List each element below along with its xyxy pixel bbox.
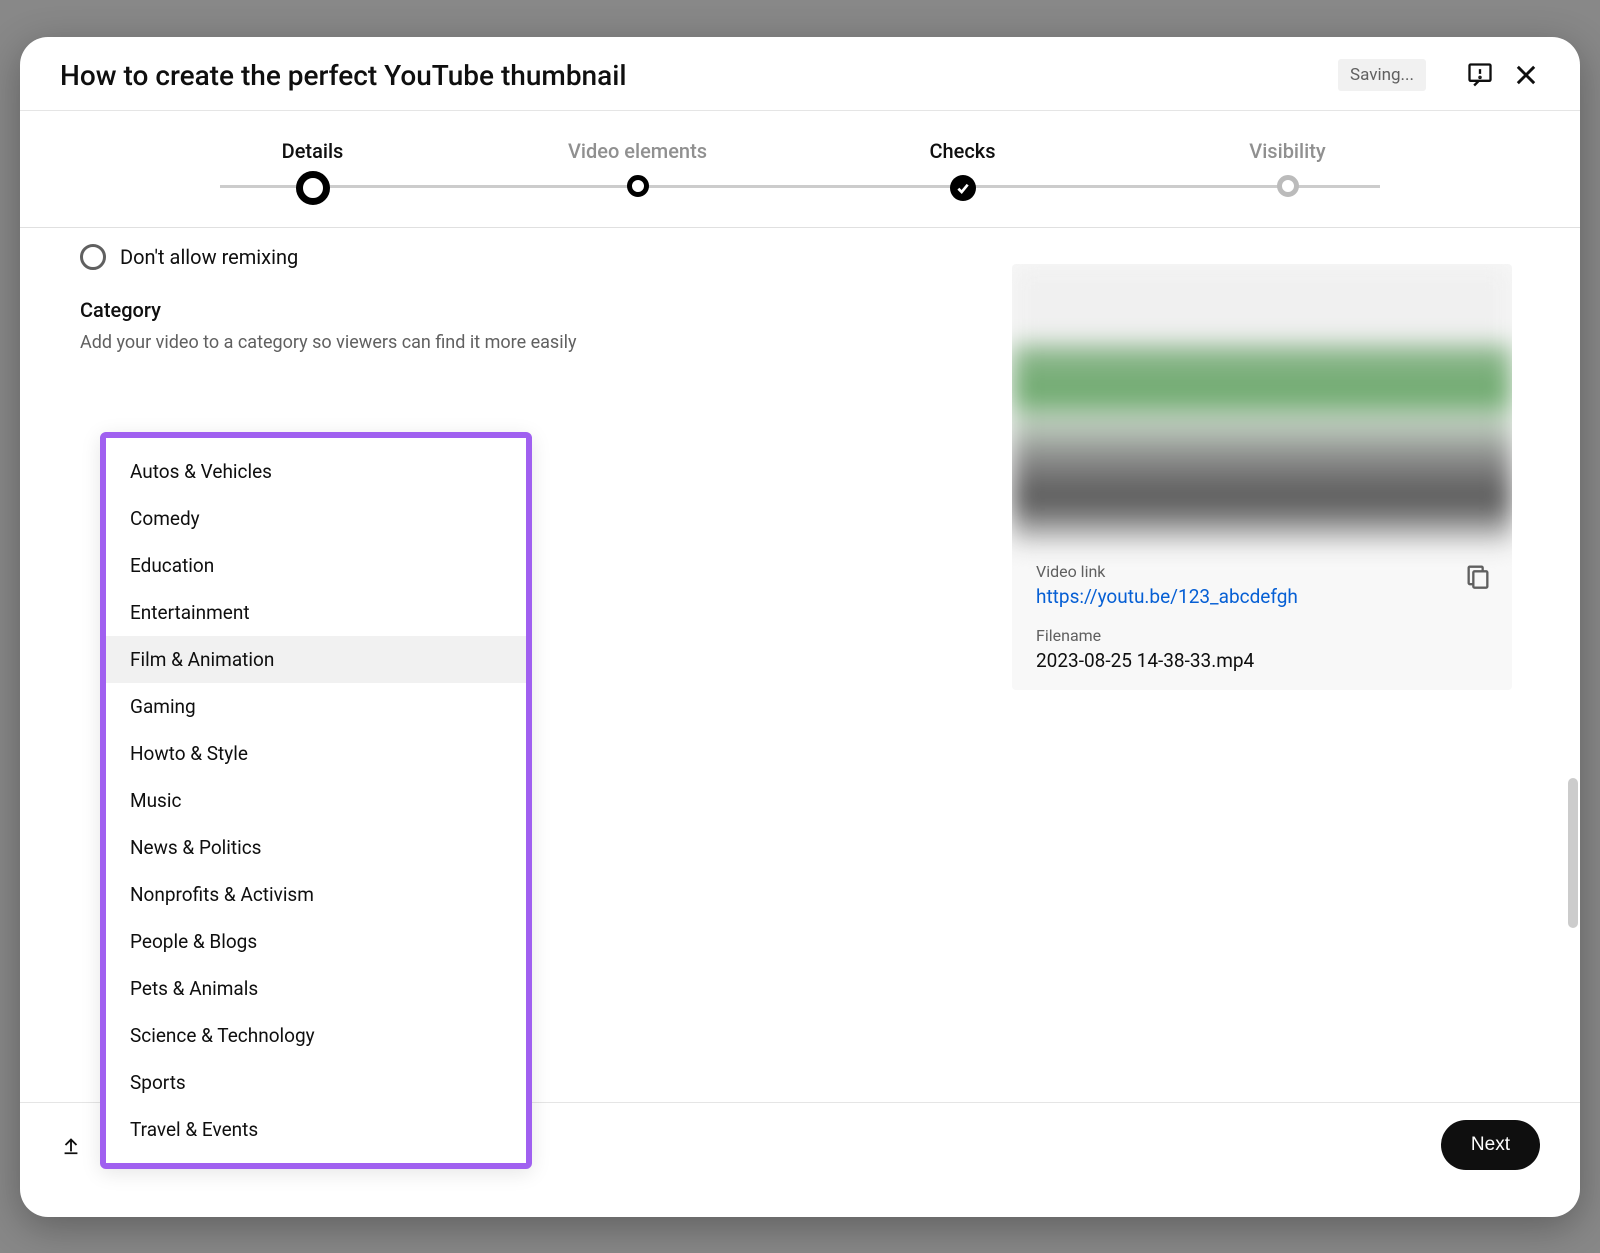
- step-dot-current: [296, 171, 330, 205]
- step-checks[interactable]: Checks: [800, 139, 1125, 201]
- video-link-label: Video link: [1036, 562, 1488, 581]
- category-option[interactable]: News & Politics: [106, 824, 526, 871]
- close-icon[interactable]: [1512, 61, 1540, 89]
- step-video-elements[interactable]: Video elements: [475, 139, 800, 197]
- step-label: Details: [282, 139, 344, 163]
- next-button[interactable]: Next: [1441, 1120, 1540, 1170]
- filename-value: 2023-08-25 14-38-33.mp4: [1036, 649, 1488, 672]
- category-dropdown[interactable]: Autos & VehiclesComedyEducationEntertain…: [100, 432, 532, 1169]
- step-label: Visibility: [1249, 139, 1325, 163]
- category-option[interactable]: Comedy: [106, 495, 526, 542]
- step-dot: [627, 175, 649, 197]
- video-thumbnail-blurred: [1012, 264, 1512, 544]
- category-option[interactable]: People & Blogs: [106, 918, 526, 965]
- category-option[interactable]: Autos & Vehicles: [106, 448, 526, 495]
- remix-option-row[interactable]: Don't allow remixing: [80, 238, 880, 298]
- step-dot-done: [950, 175, 976, 201]
- remix-option-label: Don't allow remixing: [120, 245, 298, 269]
- category-title: Category: [80, 298, 880, 322]
- category-option[interactable]: Sports: [106, 1059, 526, 1106]
- step-label: Video elements: [568, 139, 707, 163]
- step-label: Checks: [929, 139, 995, 163]
- filename-label: Filename: [1036, 626, 1488, 645]
- scrollbar-thumb[interactable]: [1568, 778, 1578, 928]
- details-column: Don't allow remixing Category Add your v…: [20, 228, 940, 353]
- video-link[interactable]: https://youtu.be/123_abcdefgh: [1036, 585, 1488, 608]
- stepper: Details Video elements Checks Visibility: [20, 111, 1580, 228]
- category-option[interactable]: Travel & Events: [106, 1106, 526, 1153]
- category-option[interactable]: Pets & Animals: [106, 965, 526, 1012]
- step-details[interactable]: Details: [150, 139, 475, 205]
- step-visibility[interactable]: Visibility: [1125, 139, 1450, 197]
- copy-icon[interactable]: [1464, 562, 1492, 590]
- category-description: Add your video to a category so viewers …: [80, 332, 880, 353]
- category-option[interactable]: Education: [106, 542, 526, 589]
- category-option[interactable]: Nonprofits & Activism: [106, 871, 526, 918]
- feedback-icon[interactable]: [1466, 61, 1494, 89]
- dialog-title: How to create the perfect YouTube thumbn…: [60, 59, 1338, 92]
- step-dot: [1277, 175, 1299, 197]
- video-info: Video link https://youtu.be/123_abcdefgh…: [1012, 544, 1512, 690]
- radio-unchecked-icon[interactable]: [80, 244, 106, 270]
- category-option[interactable]: Gaming: [106, 683, 526, 730]
- saving-badge: Saving...: [1338, 59, 1426, 91]
- video-preview-card: Video link https://youtu.be/123_abcdefgh…: [1012, 264, 1512, 690]
- category-option[interactable]: Howto & Style: [106, 730, 526, 777]
- category-option[interactable]: Music: [106, 777, 526, 824]
- category-option[interactable]: Film & Animation: [106, 636, 526, 683]
- dialog-header: How to create the perfect YouTube thumbn…: [20, 37, 1580, 111]
- upload-status-icon: [60, 1134, 82, 1156]
- category-option[interactable]: Science & Technology: [106, 1012, 526, 1059]
- category-option[interactable]: Entertainment: [106, 589, 526, 636]
